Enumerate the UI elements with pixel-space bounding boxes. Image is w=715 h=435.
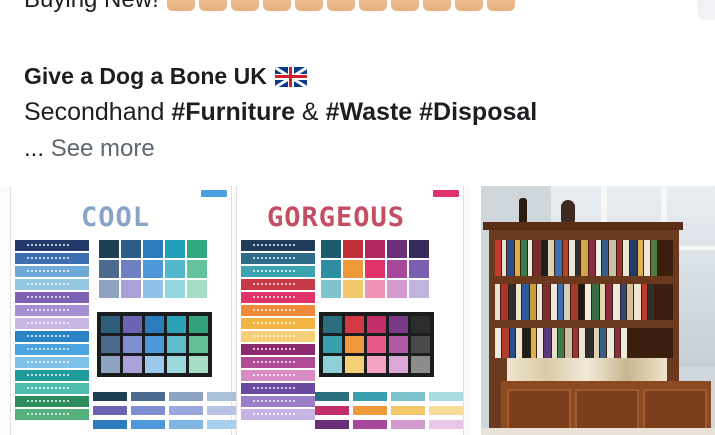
hashtag-furniture[interactable]: #Furniture bbox=[171, 98, 295, 126]
gorgeous-tag bbox=[433, 190, 459, 197]
gorgeous-labels-3 bbox=[315, 420, 463, 429]
lamp bbox=[519, 198, 527, 224]
cool-dark-swatches bbox=[97, 312, 212, 377]
post-text-part: Secondhand bbox=[24, 98, 172, 126]
post-image-palettes[interactable]: COOL GORGEOUS bbox=[0, 186, 470, 435]
see-more-link[interactable]: See more bbox=[51, 135, 155, 162]
hashtag-disposal[interactable]: #Disposal bbox=[419, 98, 537, 126]
cool-labels-3 bbox=[93, 420, 241, 429]
cool-swatch-list bbox=[15, 240, 89, 422]
vase bbox=[561, 200, 575, 224]
edge-button[interactable] bbox=[697, 0, 715, 20]
cabinet bbox=[501, 381, 711, 435]
cool-swatch-grid bbox=[99, 240, 207, 298]
see-more-row: ... See more bbox=[24, 135, 155, 163]
gorgeous-labels bbox=[315, 392, 463, 401]
page-name-label[interactable]: Give a Dog a Bone UK bbox=[24, 63, 267, 90]
image-separator bbox=[470, 186, 481, 435]
cool-labels-2 bbox=[93, 406, 241, 415]
cool-title: COOL bbox=[81, 202, 151, 233]
uk-flag-icon bbox=[274, 66, 307, 87]
cool-palette-panel: COOL bbox=[10, 186, 241, 435]
gorgeous-title: GORGEOUS bbox=[267, 202, 406, 233]
post-image-bookshelf[interactable] bbox=[481, 186, 715, 435]
gorgeous-swatch-list bbox=[241, 240, 315, 422]
gorgeous-dark-swatches bbox=[319, 312, 434, 377]
gorgeous-labels-2 bbox=[315, 406, 463, 415]
previous-text: Buying New! bbox=[24, 0, 159, 14]
ellipsis: ... bbox=[24, 135, 45, 162]
post-text: Secondhand #Furniture & #Waste #Disposal bbox=[24, 98, 537, 127]
bottom-strip bbox=[481, 428, 715, 435]
thumbs-up-icon bbox=[166, 0, 515, 11]
cool-tag bbox=[201, 190, 227, 197]
gorgeous-palette-panel: GORGEOUS bbox=[236, 186, 464, 435]
cool-labels bbox=[93, 392, 241, 401]
previous-post-text: Buying New! bbox=[24, 0, 515, 14]
page-name[interactable]: Give a Dog a Bone UK bbox=[24, 63, 307, 90]
post-text-part: & bbox=[294, 98, 326, 126]
hashtag-waste[interactable]: #Waste bbox=[326, 98, 413, 126]
gorgeous-swatch-grid bbox=[321, 240, 429, 298]
shelf-row bbox=[495, 284, 673, 320]
shelf-row bbox=[495, 240, 673, 276]
shelf-row bbox=[495, 328, 673, 358]
